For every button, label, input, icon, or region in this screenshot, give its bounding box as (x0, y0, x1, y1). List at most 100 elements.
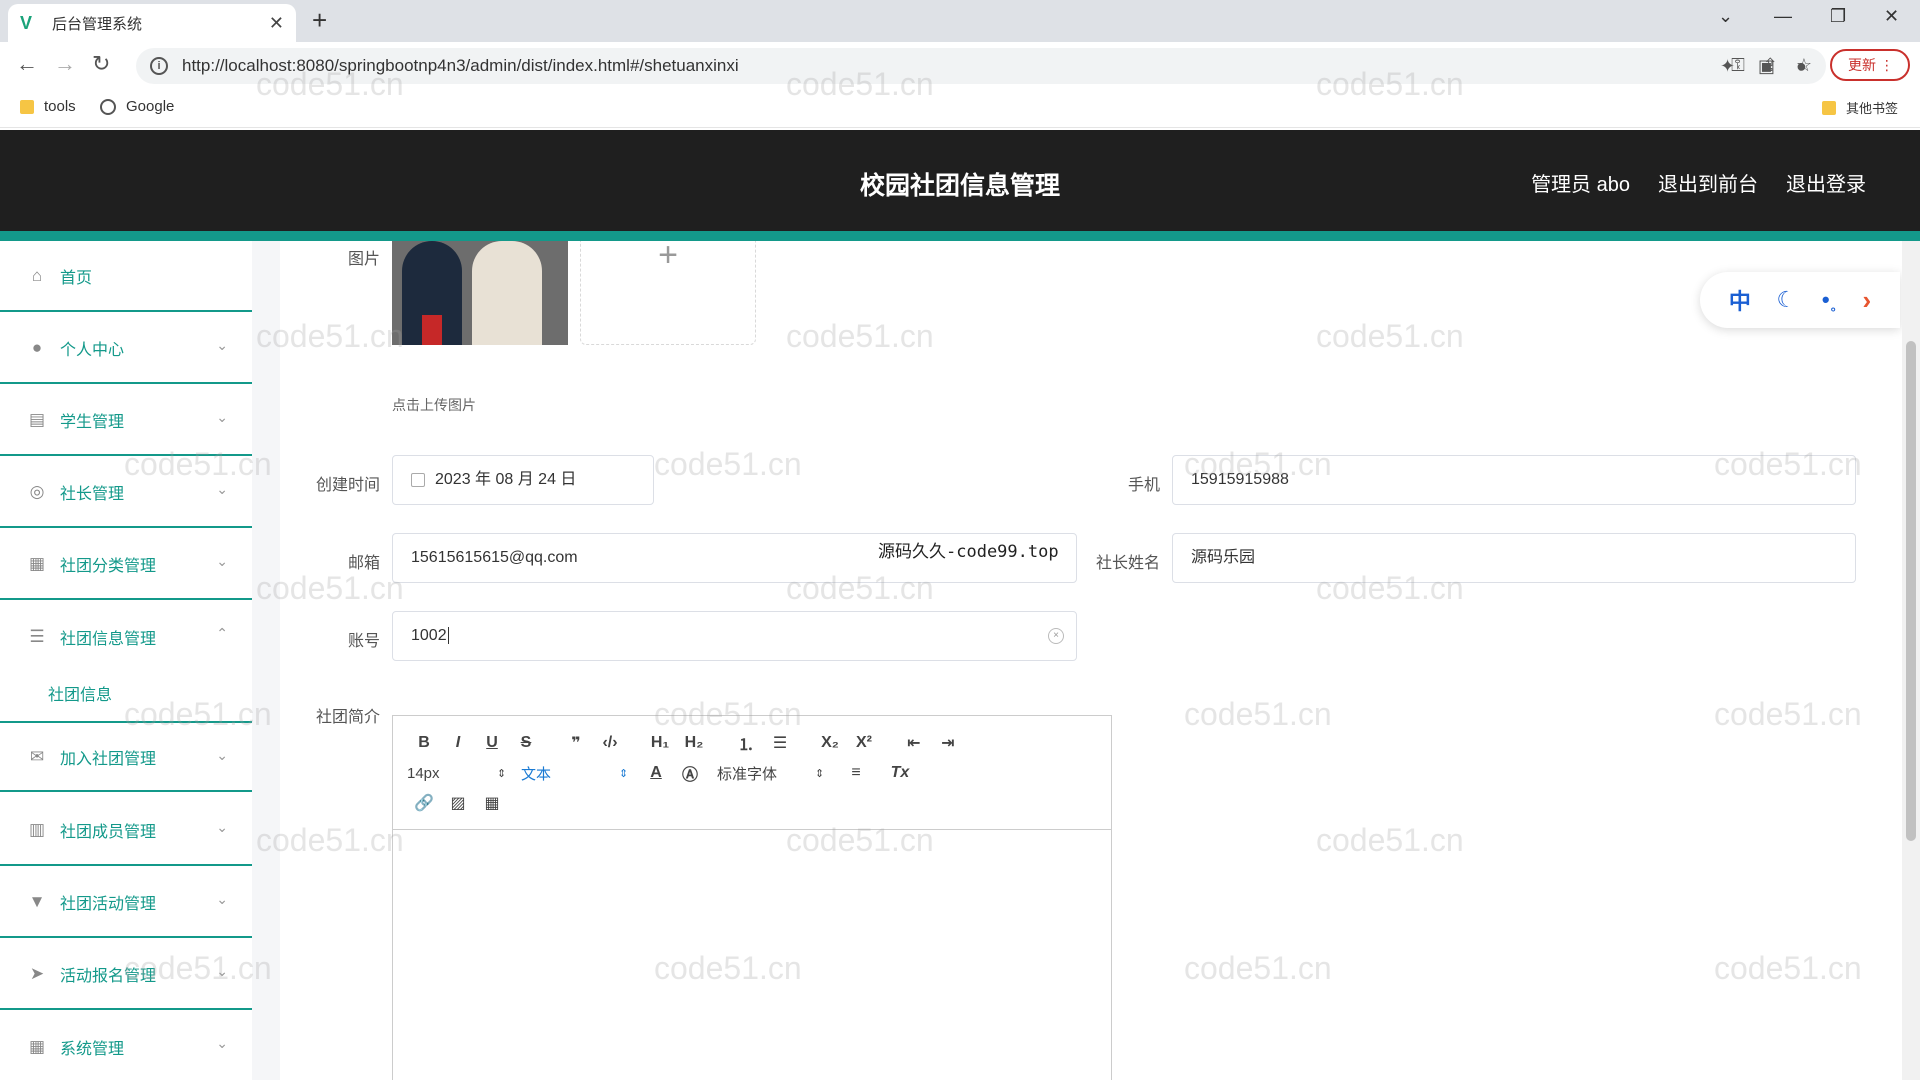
font-color-icon[interactable]: A (639, 764, 673, 782)
sidebar-item-label: 社团成员管理 (60, 823, 157, 841)
align-icon[interactable]: ≡ (839, 764, 873, 782)
extensions-icon[interactable]: ✦ (1720, 56, 1735, 77)
sidebar-item-label: 系统管理 (60, 1040, 125, 1058)
moon-icon[interactable]: ☾ (1776, 287, 1796, 313)
email-label: 邮箱 (347, 555, 380, 572)
address-bar[interactable]: i http://localhost:8080/springbootnp4n3/… (136, 48, 1826, 84)
forward-icon[interactable]: → (54, 52, 76, 76)
email-value: 15615615615@qq.com (411, 549, 578, 566)
rich-text-editor[interactable]: B I U S ❞ ‹/› H₁ H₂ ⒈ ☰ X₂ X² ⇤ ⇥ 14px ⇕ … (392, 715, 1112, 1080)
compass-icon: ◎ (29, 481, 45, 501)
update-button[interactable]: 更新 ⋮ (1830, 49, 1910, 81)
close-window-icon[interactable]: ✕ (1884, 6, 1899, 27)
url-text[interactable]: http://localhost:8080/springbootnp4n3/ad… (182, 56, 739, 76)
font-size-select[interactable]: 14px ⇕ (407, 765, 511, 782)
chevron-down-icon[interactable]: ⌄ (1718, 6, 1733, 27)
sidebar-item-personal[interactable]: ● 个人中心 ⌄ (0, 313, 252, 384)
bookmark-label: Google (126, 98, 175, 115)
chevron-down-icon: ⌄ (216, 481, 228, 497)
sidebar-item-signups[interactable]: ➤ 活动报名管理 ⌄ (0, 939, 252, 1010)
leader-name-input[interactable]: 源码乐园 (1172, 533, 1856, 583)
image-icon[interactable]: ▨ (441, 793, 475, 813)
phone-input[interactable]: 15915915988 (1172, 455, 1856, 505)
floating-toolbox: 中 ☾ •˳ › (1700, 272, 1900, 328)
subscript-icon[interactable]: X₂ (813, 734, 847, 752)
image-label: 图片 (347, 251, 380, 268)
video-icon[interactable]: ▦ (475, 793, 509, 813)
chevron-down-icon: ⌄ (216, 819, 228, 835)
watermark-overlay-text: 源码久久-code99.top (878, 537, 1059, 562)
logout-link[interactable]: 退出登录 (1786, 168, 1866, 197)
sidebar-item-categories[interactable]: ▦ 社团分类管理 ⌄ (0, 529, 252, 600)
profile-icon[interactable]: ● (1796, 56, 1807, 77)
editor-toolbar: B I U S ❞ ‹/› H₁ H₂ ⒈ ☰ X₂ X² ⇤ ⇥ 14px ⇕ … (393, 716, 1111, 830)
dots-icon[interactable]: •˳ (1822, 287, 1837, 313)
indent-icon[interactable]: ⇥ (931, 733, 965, 753)
bold-icon[interactable]: B (407, 734, 441, 752)
font-family-select[interactable]: 标准字体 ⇕ (717, 763, 829, 784)
bookmark-google[interactable]: Google (100, 98, 174, 115)
account-label: 账号 (347, 633, 380, 650)
calendar-icon (411, 472, 425, 487)
sidebar-item-label: 加入社团管理 (60, 750, 157, 768)
created-date-value: 2023 年 08 月 24 日 (435, 471, 577, 488)
admin-user[interactable]: 管理员 abo (1531, 168, 1630, 197)
upload-plus-button[interactable]: + (580, 238, 756, 345)
bookmarks-bar: tools Google 其他书签 (0, 88, 1920, 128)
sidebar-item-leaders[interactable]: ◎ 社长管理 ⌄ (0, 457, 252, 528)
sidebar-item-join[interactable]: ✉ 加入社团管理 ⌄ (0, 721, 252, 792)
italic-icon[interactable]: I (441, 734, 475, 752)
sidebar-item-students[interactable]: ▤ 学生管理 ⌄ (0, 385, 252, 456)
bookmark-other[interactable]: 其他书签 (1822, 98, 1898, 117)
chevron-right-icon[interactable]: › (1862, 285, 1871, 316)
account-input[interactable]: 1002 × (392, 611, 1077, 661)
clear-format-icon[interactable]: Tx (883, 764, 917, 782)
background-color-icon[interactable]: Ⓐ (673, 761, 707, 785)
text-type-select[interactable]: 文本 ⇕ (521, 763, 633, 784)
heading1-icon[interactable]: H₁ (643, 734, 677, 752)
reload-icon[interactable]: ↻ (92, 52, 110, 76)
ordered-list-icon[interactable]: ⒈ (729, 731, 763, 755)
heading2-icon[interactable]: H₂ (677, 734, 711, 752)
sidebar-item-home[interactable]: ⌂ 首页 (0, 241, 252, 312)
clear-icon[interactable]: × (1048, 628, 1064, 644)
close-icon[interactable]: ✕ (269, 13, 284, 34)
bullet-list-icon[interactable]: ☰ (763, 733, 797, 753)
page-scrollbar[interactable] (1902, 241, 1920, 1080)
sidebar-subitem-club-info[interactable]: 社团信息 (48, 681, 112, 705)
to-front-link[interactable]: 退出到前台 (1658, 168, 1758, 197)
language-toggle[interactable]: 中 (1729, 284, 1751, 316)
outdent-icon[interactable]: ⇤ (897, 733, 931, 753)
superscript-icon[interactable]: X² (847, 734, 881, 752)
sidepanel-icon[interactable]: ▣ (1758, 56, 1775, 77)
chevron-down-icon: ⌄ (216, 747, 228, 763)
browser-tab[interactable]: V 后台管理系统 ✕ (8, 4, 296, 42)
bookmark-tools[interactable]: tools (20, 98, 76, 115)
globe-icon (100, 98, 116, 115)
document-icon: ▥ (28, 819, 46, 839)
link-icon[interactable]: 🔗 (407, 793, 441, 813)
bookmark-label: tools (44, 98, 76, 115)
back-icon[interactable]: ← (16, 52, 38, 76)
home-icon: ⌂ (31, 265, 43, 285)
quote-icon[interactable]: ❞ (559, 733, 593, 753)
select-arrow-icon: ⇕ (815, 767, 825, 780)
uploaded-image[interactable] (392, 241, 568, 345)
code-icon[interactable]: ‹/› (593, 734, 627, 752)
update-label: 更新 (1848, 57, 1876, 73)
strikethrough-icon[interactable]: S (509, 734, 543, 752)
sidebar-item-members[interactable]: ▥ 社团成员管理 ⌄ (0, 795, 252, 866)
mail-icon: ✉ (29, 746, 45, 766)
sidebar-item-club-info[interactable]: ☰ 社团信息管理 ⌃ (0, 601, 252, 672)
created-date-picker[interactable]: 2023 年 08 月 24 日 (392, 455, 654, 505)
phone-value: 15915915988 (1191, 471, 1289, 488)
sidebar-item-system[interactable]: ▦ 系统管理 ⌄ (0, 1011, 252, 1080)
info-icon[interactable]: i (150, 57, 168, 75)
sidebar-item-activities[interactable]: ▼ 社团活动管理 ⌄ (0, 867, 252, 938)
new-tab-button[interactable]: + (312, 7, 327, 33)
underline-icon[interactable]: U (475, 734, 509, 752)
send-icon: ➤ (29, 963, 45, 983)
restore-icon[interactable]: ❐ (1830, 6, 1846, 27)
scrollbar-thumb[interactable] (1906, 341, 1916, 841)
minimize-icon[interactable]: — (1774, 6, 1792, 27)
